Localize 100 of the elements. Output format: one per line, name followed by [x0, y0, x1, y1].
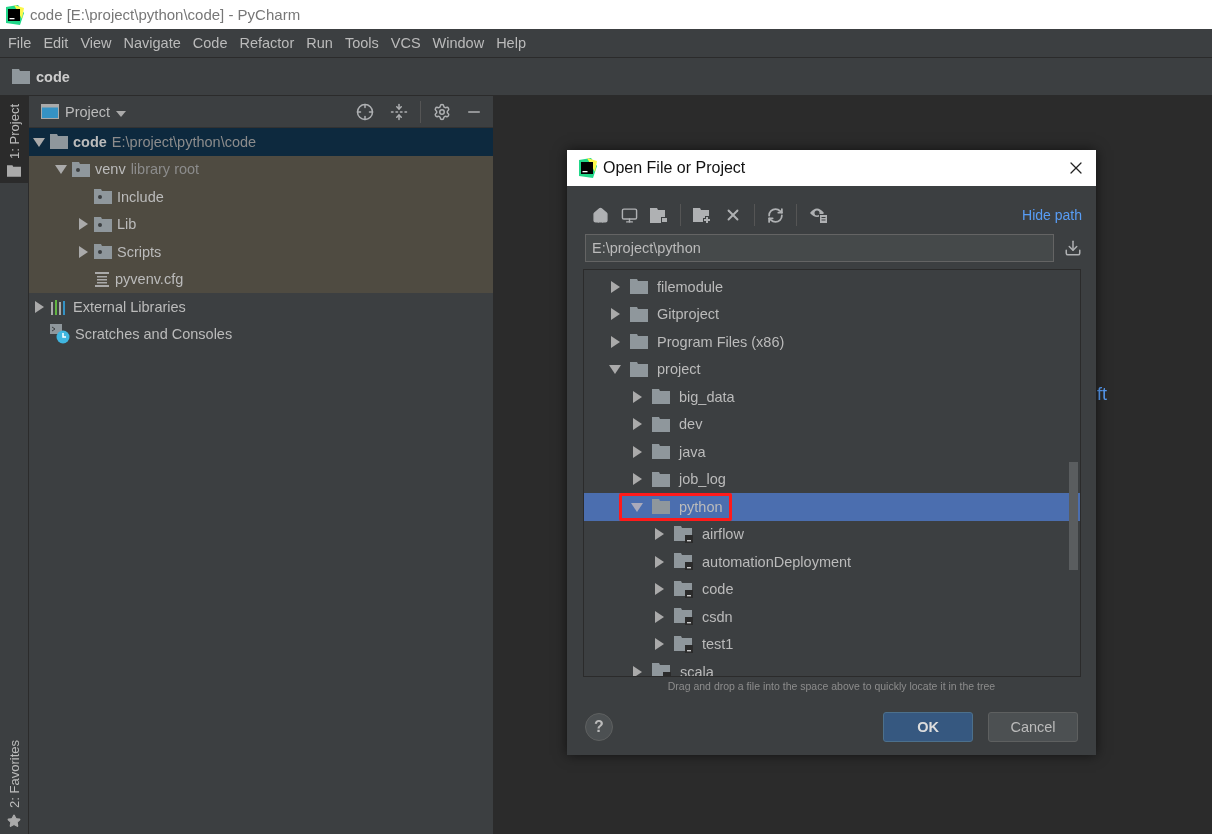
folder-icon: [50, 134, 68, 150]
folder-row[interactable]: test1: [584, 630, 1080, 658]
hide-path-link[interactable]: Hide path: [1022, 207, 1082, 223]
window-title: code [E:\project\python\code] - PyCharm: [30, 6, 301, 23]
desktop-icon[interactable]: [621, 206, 638, 224]
collapse-icon[interactable]: [390, 102, 408, 121]
download-icon[interactable]: [1064, 239, 1082, 257]
side-tab[interactable]: 1: Project: [0, 96, 28, 183]
caret-icon[interactable]: [33, 135, 45, 148]
folder-icon: [12, 69, 30, 84]
caret-icon[interactable]: [653, 528, 665, 541]
tree-row[interactable]: Include: [29, 183, 493, 211]
folder-row[interactable]: project: [584, 355, 1080, 383]
folder-row[interactable]: Gitproject: [584, 300, 1080, 328]
folder-row[interactable]: csdn: [584, 603, 1080, 631]
folder-row[interactable]: code: [584, 575, 1080, 603]
tree-label: External Libraries: [73, 298, 186, 315]
tree-label: Scripts: [117, 243, 162, 260]
caret-icon[interactable]: [631, 418, 643, 431]
dialog-title: Open File or Project: [603, 159, 747, 177]
locate-icon[interactable]: [356, 102, 374, 121]
scrollbar-icon[interactable]: [1069, 462, 1078, 570]
libraries-icon: [50, 298, 68, 315]
tree-row[interactable]: External Libraries: [29, 293, 493, 321]
caret-icon[interactable]: [653, 610, 665, 623]
folder-icon: [94, 216, 112, 232]
menu-item[interactable]: Window: [426, 35, 491, 51]
caret-icon[interactable]: [631, 445, 643, 458]
editor-text: ft: [1097, 384, 1107, 405]
folder-row[interactable]: Program Files (x86): [584, 328, 1080, 356]
folder-label: Program Files (x86): [657, 333, 785, 350]
menu-item[interactable]: Navigate: [117, 35, 187, 51]
tree-row[interactable]: pyvenv.cfg: [29, 265, 493, 293]
folder-label: big_data: [679, 388, 735, 405]
dropdown-icon[interactable]: [116, 110, 127, 117]
path-field[interactable]: E:\project\python: [585, 234, 1054, 262]
menu-item[interactable]: Run: [300, 35, 339, 51]
breadcrumb[interactable]: code: [36, 68, 70, 85]
caret-icon[interactable]: [631, 473, 643, 486]
folder-label: automationDeployment: [702, 553, 852, 570]
folder-icon: [94, 189, 112, 205]
folder-row[interactable]: job_log: [584, 465, 1080, 493]
pycharm-logo-icon: [4, 4, 24, 25]
caret-icon[interactable]: [77, 245, 89, 258]
new-folder-icon[interactable]: [693, 206, 712, 224]
show-hidden-icon[interactable]: [809, 206, 829, 224]
ok-button[interactable]: OK: [883, 712, 973, 742]
folder-row[interactable]: dev: [584, 410, 1080, 438]
folder-label: project: [657, 361, 701, 378]
caret-icon[interactable]: [609, 280, 621, 293]
folder-icon: [652, 416, 670, 432]
caret-icon[interactable]: [609, 363, 621, 376]
caret-icon[interactable]: [609, 335, 621, 348]
cancel-button[interactable]: Cancel: [988, 712, 1078, 742]
menu-item[interactable]: Refactor: [233, 35, 301, 51]
side-tab[interactable]: 2: Favorites: [0, 732, 28, 834]
folder-label: csdn: [702, 608, 733, 625]
caret-icon[interactable]: [653, 638, 665, 651]
tree-row[interactable]: venv library root: [29, 155, 493, 183]
folder-row[interactable]: java: [584, 438, 1080, 466]
folder-icon: [94, 244, 112, 260]
tree-row[interactable]: Scratches and Consoles: [29, 320, 493, 348]
home-icon[interactable]: [592, 206, 609, 224]
panel-title[interactable]: Project: [65, 103, 111, 120]
folder-label: python: [679, 498, 723, 515]
menu-item[interactable]: View: [74, 35, 118, 51]
menu-item[interactable]: Code: [186, 35, 234, 51]
folder-row[interactable]: scala: [584, 658, 1080, 676]
menu-item[interactable]: Tools: [338, 35, 385, 51]
tree-row[interactable]: Lib: [29, 210, 493, 238]
folder-icon: [652, 471, 670, 487]
caret-icon[interactable]: [77, 218, 89, 231]
folder-row[interactable]: big_data: [584, 383, 1080, 411]
folder-icon[interactable]: [650, 207, 668, 223]
caret-icon[interactable]: [631, 665, 643, 676]
folder-label: airflow: [702, 526, 744, 543]
tree-row[interactable]: code E:\project\python\code: [29, 128, 493, 156]
pycharm-logo-icon: [577, 158, 597, 178]
caret-icon[interactable]: [653, 555, 665, 568]
menu-item[interactable]: Edit: [37, 35, 75, 51]
menu-item[interactable]: File: [2, 35, 38, 51]
caret-icon[interactable]: [33, 300, 45, 313]
menu-item[interactable]: VCS: [384, 35, 427, 51]
folder-icon: [72, 161, 90, 177]
folder-label: Gitproject: [657, 306, 720, 323]
caret-icon[interactable]: [653, 583, 665, 596]
tree-row[interactable]: Scripts: [29, 238, 493, 266]
folder-label: filemodule: [657, 278, 724, 295]
folder-row[interactable]: automationDeployment: [584, 548, 1080, 576]
tree-label: Include: [117, 188, 164, 205]
settings-icon[interactable]: [433, 102, 451, 121]
caret-icon[interactable]: [55, 163, 67, 176]
caret-icon[interactable]: [609, 308, 621, 321]
folder-icon: [652, 389, 670, 405]
caret-icon[interactable]: [631, 390, 643, 403]
refresh-icon[interactable]: [767, 206, 784, 224]
folder-row[interactable]: filemodule: [584, 273, 1080, 301]
folder-row[interactable]: airflow: [584, 520, 1080, 548]
menu-item[interactable]: Help: [490, 35, 532, 51]
help-button[interactable]: ?: [585, 713, 613, 741]
